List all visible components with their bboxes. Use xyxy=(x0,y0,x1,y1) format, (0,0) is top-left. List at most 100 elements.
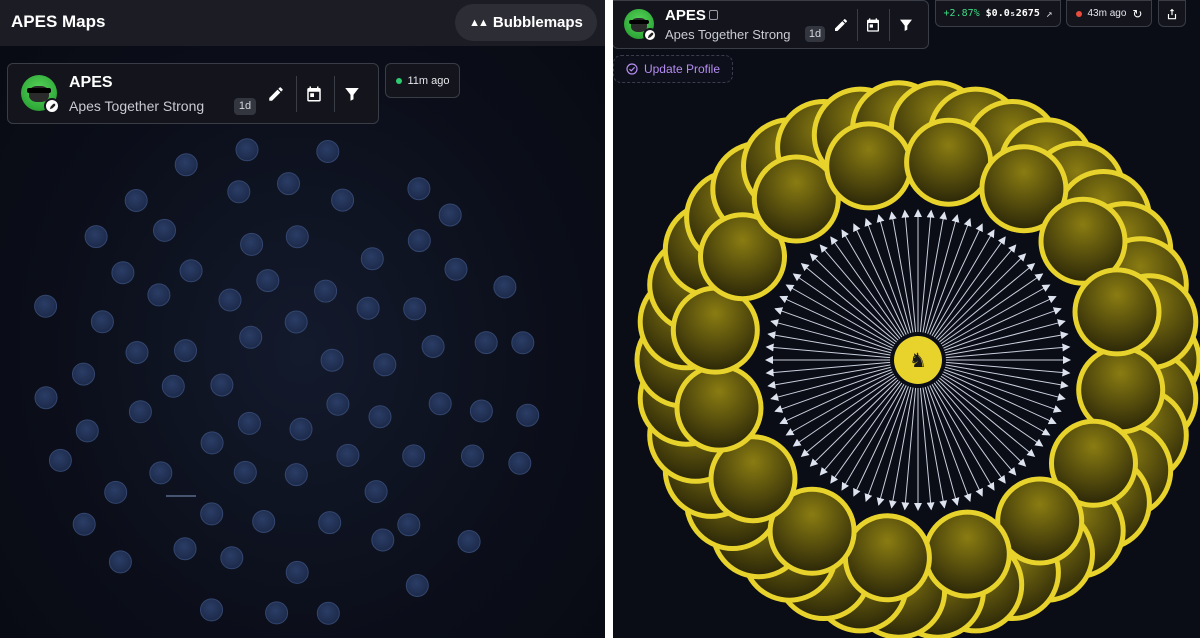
holder-bubble[interactable] xyxy=(227,180,251,204)
transfer-arrow[interactable] xyxy=(809,379,899,467)
holder-bubble[interactable] xyxy=(326,392,350,416)
holder-bubble[interactable] xyxy=(34,294,58,318)
transfer-arrow[interactable] xyxy=(941,284,1051,347)
transfer-arrow[interactable] xyxy=(939,262,1036,343)
transfer-arrow[interactable] xyxy=(939,377,1036,458)
holder-bubble[interactable] xyxy=(34,386,58,410)
holder-bubble[interactable] xyxy=(922,509,1012,599)
holder-bubble[interactable] xyxy=(111,261,135,285)
transfer-arrow[interactable] xyxy=(937,253,1027,341)
holder-bubble[interactable] xyxy=(364,480,388,504)
transfer-arrow[interactable] xyxy=(944,366,1066,401)
holder-bubble[interactable] xyxy=(75,419,99,443)
transfer-arrow[interactable] xyxy=(943,295,1057,349)
filter-button-right[interactable] xyxy=(890,9,922,41)
holder-bubble[interactable] xyxy=(124,189,148,212)
holder-bubble[interactable] xyxy=(285,225,309,249)
holder-bubble[interactable] xyxy=(373,353,397,377)
transfer-arrow[interactable] xyxy=(924,386,960,506)
holder-bubble[interactable] xyxy=(72,512,96,536)
holder-bubble[interactable] xyxy=(461,444,484,468)
holder-bubble[interactable] xyxy=(402,444,426,468)
holder-bubble[interactable] xyxy=(824,121,914,211)
transfer-arrow[interactable] xyxy=(944,319,1066,354)
holder-bubble[interactable] xyxy=(125,341,149,364)
holder-bubble[interactable] xyxy=(674,363,764,453)
transfer-arrow[interactable] xyxy=(785,284,895,347)
holder-bubble[interactable] xyxy=(220,546,244,570)
holder-bubble[interactable] xyxy=(233,460,257,484)
holder-bubble[interactable] xyxy=(457,530,481,553)
holder-bubble[interactable] xyxy=(153,218,176,242)
holder-bubble[interactable] xyxy=(316,140,340,163)
transfer-arrow[interactable] xyxy=(841,229,905,337)
holder-bubble[interactable] xyxy=(72,362,95,386)
calendar-button-right[interactable] xyxy=(857,9,889,41)
transfer-arrow[interactable] xyxy=(779,295,893,349)
transfer-arrow[interactable] xyxy=(853,223,907,335)
share-button[interactable] xyxy=(1158,0,1186,27)
transfer-arrow[interactable] xyxy=(819,244,901,339)
holder-bubble[interactable] xyxy=(356,296,380,320)
transfer-arrow[interactable] xyxy=(876,214,912,334)
transfer-arrow[interactable] xyxy=(924,214,960,334)
holder-bubble[interactable] xyxy=(336,443,360,467)
holder-bubble[interactable] xyxy=(256,269,280,293)
transfer-arrow[interactable] xyxy=(800,377,897,458)
holder-bubble[interactable] xyxy=(104,480,128,504)
update-profile-button[interactable]: Update Profile xyxy=(613,55,733,83)
transfer-arrow[interactable] xyxy=(929,385,983,497)
holder-bubble[interactable] xyxy=(84,225,108,249)
holder-bubble[interactable] xyxy=(128,400,152,424)
holder-bubble[interactable] xyxy=(316,601,340,625)
transfer-arrow[interactable] xyxy=(770,319,892,354)
holder-bubble[interactable] xyxy=(474,331,498,355)
holder-bubble[interactable] xyxy=(174,153,198,177)
holder-bubble[interactable] xyxy=(438,203,462,227)
transfer-arrow[interactable] xyxy=(935,244,1017,339)
price-badge[interactable]: +2.87% $0.0₅2675 ↗ xyxy=(935,0,1061,27)
holder-bubble[interactable] xyxy=(469,399,493,423)
holder-bubble[interactable] xyxy=(200,598,223,622)
transfer-arrow[interactable] xyxy=(937,379,1027,467)
holder-bubble[interactable] xyxy=(200,431,224,455)
holder-bubble[interactable] xyxy=(314,279,338,303)
holder-bubble[interactable] xyxy=(407,177,431,201)
holder-bubble[interactable] xyxy=(285,560,309,584)
copy-icon[interactable] xyxy=(709,10,718,20)
edit-button-right[interactable] xyxy=(825,9,857,41)
holder-bubble[interactable] xyxy=(149,461,173,485)
holder-bubble[interactable] xyxy=(289,417,313,441)
transfer-arrow[interactable] xyxy=(943,371,1057,425)
transfer-arrow[interactable] xyxy=(770,366,892,401)
holder-bubble[interactable] xyxy=(235,138,259,162)
transfer-arrow[interactable] xyxy=(935,381,1017,476)
holder-bubble[interactable] xyxy=(511,331,535,355)
holder-bubble[interactable] xyxy=(277,172,300,196)
holder-bubble[interactable] xyxy=(405,574,429,597)
calendar-button[interactable] xyxy=(298,78,330,110)
transfer-arrow[interactable] xyxy=(819,381,901,476)
transfer-arrow[interactable] xyxy=(800,262,897,343)
right-bubble-map[interactable]: ♞ xyxy=(613,0,1200,638)
holder-bubble[interactable] xyxy=(1072,267,1162,357)
transfer-arrow[interactable] xyxy=(931,229,995,337)
holder-bubble[interactable] xyxy=(403,297,427,321)
holder-bubble[interactable] xyxy=(508,451,532,475)
holder-bubble[interactable] xyxy=(284,463,308,487)
holder-bubble[interactable] xyxy=(407,229,431,253)
holder-bubble[interactable] xyxy=(147,283,171,307)
holder-bubble[interactable] xyxy=(444,257,468,281)
bubblemaps-button[interactable]: ▲▲ Bubblemaps xyxy=(455,4,597,41)
transfer-arrow[interactable] xyxy=(853,385,907,497)
transfer-arrow[interactable] xyxy=(941,373,1051,436)
holder-bubble[interactable] xyxy=(842,513,932,603)
holder-bubble[interactable] xyxy=(493,275,517,299)
transfer-arrow[interactable] xyxy=(785,373,895,436)
transfer-arrow[interactable] xyxy=(929,223,983,335)
transfer-arrow[interactable] xyxy=(809,253,899,341)
holder-bubble[interactable] xyxy=(200,502,224,526)
holder-bubble[interactable] xyxy=(428,392,452,416)
holder-bubble[interactable] xyxy=(265,601,289,625)
transfer-arrow[interactable] xyxy=(841,383,905,491)
